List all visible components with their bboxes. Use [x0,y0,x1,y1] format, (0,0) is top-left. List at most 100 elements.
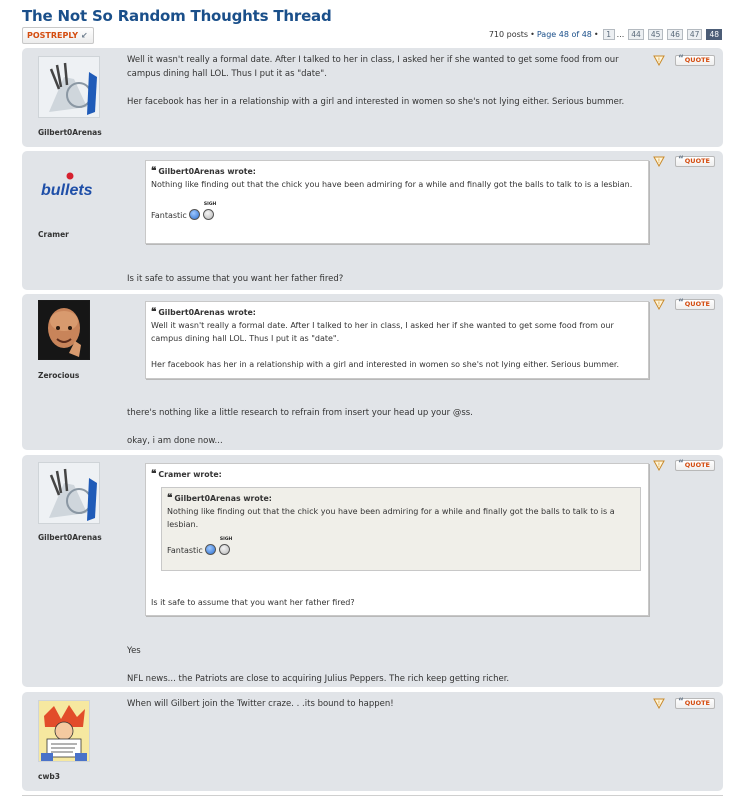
post-text: When will Gilbert join the Twitter craze… [127,699,394,709]
post-text: Her facebook has her in a relationship w… [127,97,625,107]
quote-label: QUOTE [684,157,710,165]
blue-smiley-icon [189,209,201,220]
post-author[interactable]: Zerocious [38,371,79,380]
page-link-48-current[interactable]: 48 [706,29,722,40]
report-icon[interactable]: ! [653,698,665,709]
bullet-separator: • [593,30,599,39]
avatar[interactable] [38,300,90,360]
thread-title[interactable]: The Not So Random Thoughts Thread [22,7,332,25]
quote-citation: ❝ Cramer wrote: [151,468,643,481]
post-text: Yes [127,646,141,656]
post-author[interactable]: Gilbert0Arenas [38,128,102,137]
page-link-46[interactable]: 46 [667,29,683,40]
reply-arrow-icon: ↙ [81,31,88,40]
quote-icon: “ [678,459,684,469]
quote-mark-icon: ❝ [151,469,157,480]
report-icon[interactable]: ! [653,460,665,471]
quote-label: QUOTE [684,56,710,64]
quote-cite-text: Gilbert0Arenas wrote: [174,494,272,503]
sigh-smiley: SIGH [218,537,232,557]
sigh-smiley: SIGH [202,202,216,222]
quote-citation: ❝ Gilbert0Arenas wrote: [167,492,635,505]
nested-quote-block: ❝ Gilbert0Arenas wrote: Nothing like find… [161,487,641,571]
post: Gilbert0Arenas Well it wasn't really a f… [22,48,723,147]
quote-button[interactable]: “QUOTE [675,460,715,471]
quote-label: QUOTE [684,300,710,308]
quote-cite-text: Gilbert0Arenas wrote: [158,167,256,176]
bullets-logo-icon: bullets [41,172,93,199]
posts-count: 710 posts [488,30,529,39]
quote-cite-text: Gilbert0Arenas wrote: [158,308,256,317]
avatar[interactable] [38,700,90,762]
post-author[interactable]: cwb3 [38,772,60,781]
quote-text: Nothing like finding out that the chick … [167,507,615,529]
quote-fantastic-line: Fantastic SIGH [151,202,643,222]
post-text: Well it wasn't really a formal date. Aft… [127,55,619,79]
post-body: there's nothing like a little research t… [127,406,643,462]
bullets-logo-text: bullets [41,182,93,199]
fantastic-text: Fantastic [151,211,187,220]
avatar[interactable] [38,56,100,118]
svg-text:!: ! [658,462,660,469]
post-author[interactable]: Gilbert0Arenas [38,533,102,542]
avatar-image-icon [39,701,89,761]
post: cwb3 When will Gilbert join the Twitter … [22,692,723,791]
quote-block: ❝ Cramer wrote: ❝ Gilbert0Arenas wrote: No… [145,463,649,616]
svg-text:!: ! [658,158,660,165]
post-body: When will Gilbert join the Twitter craze… [127,697,643,725]
quote-icon: “ [678,54,684,64]
blue-smiley-icon [205,544,217,555]
post-text: there's nothing like a little research t… [127,408,473,418]
pagination: 710 posts • Page 48 of 48 • 1 ... 44 45 … [489,29,722,40]
post-text: okay, i am done now... [127,436,223,446]
post: bullets Cramer ❝ Gilbert0Arenas wrote: No… [22,151,723,290]
report-icon[interactable]: ! [653,299,665,310]
quote-citation: ❝ Gilbert0Arenas wrote: [151,165,643,178]
post-reply-label: POSTREPLY [27,31,79,40]
quote-block: ❝ Gilbert0Arenas wrote: Nothing like find… [145,160,649,244]
quote-icon: “ [678,697,684,707]
report-icon[interactable]: ! [653,55,665,66]
page-link-44[interactable]: 44 [628,29,644,40]
avatar[interactable] [38,462,100,524]
quote-mark-icon: ❝ [167,493,173,504]
page-link-45[interactable]: 45 [647,29,664,40]
post: Gilbert0Arenas ❝ Cramer wrote: ❝ Gilbert0A… [22,455,723,687]
quote-text: Her facebook has her in a relationship w… [151,360,619,369]
quote-icon: “ [678,298,684,308]
quote-label: QUOTE [684,699,710,707]
post-text: Is it safe to assume that you want her f… [127,274,344,284]
quote-text: Is it safe to assume that you want her f… [151,598,355,607]
avatar[interactable]: bullets [38,171,100,199]
page-link-47[interactable]: 47 [686,29,703,40]
quote-text: Well it wasn't really a formal date. Aft… [151,321,614,343]
report-icon[interactable]: ! [653,156,665,167]
quote-mark-icon: ❝ [151,166,157,177]
quote-block: ❝ Gilbert0Arenas wrote: Well it wasn't re… [145,301,649,379]
post-reply-button[interactable]: POSTREPLY ↙ [22,27,94,44]
page-ellipsis: ... [616,30,625,39]
svg-text:!: ! [658,57,660,64]
quote-citation: ❝ Gilbert0Arenas wrote: [151,306,643,319]
fantastic-text: Fantastic [167,546,203,555]
quote-button[interactable]: “QUOTE [675,55,715,66]
quote-button[interactable]: “QUOTE [675,156,715,167]
sigh-smiley-icon [202,209,214,220]
bullet-separator: • [530,30,535,39]
avatar-image-icon [39,463,99,523]
quote-button[interactable]: “QUOTE [675,698,715,709]
quote-cite-text: Cramer wrote: [158,470,222,479]
quote-label: QUOTE [684,461,710,469]
post-body: Well it wasn't really a formal date. Aft… [127,53,643,123]
post-author[interactable]: Cramer [38,230,69,239]
quote-button[interactable]: “QUOTE [675,299,715,310]
svg-text:!: ! [658,700,660,707]
quote-icon: “ [678,155,684,165]
post-text: NFL news... the Patriots are close to ac… [127,674,510,684]
avatar-image-icon [39,57,99,117]
svg-text:!: ! [658,301,660,308]
page-link-1[interactable]: 1 [602,29,615,40]
page-indicator[interactable]: Page 48 of 48 [537,30,592,39]
avatar-image-icon [39,301,89,359]
sigh-smiley-icon [218,544,230,555]
